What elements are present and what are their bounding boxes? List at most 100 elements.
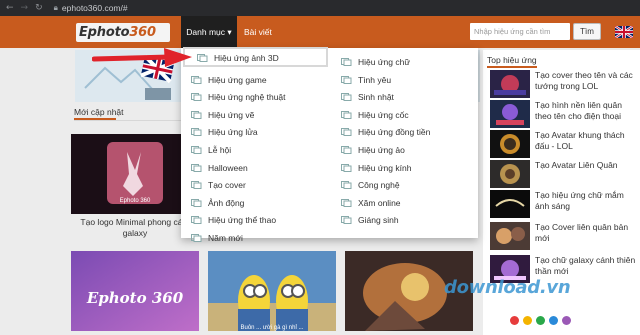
menu-danh-muc[interactable]: Danh mục ▾	[181, 16, 237, 48]
dropdown-item[interactable]: Công nghệ	[341, 178, 400, 192]
dropdown-item[interactable]: Hiệu ứng cốc	[341, 108, 409, 122]
dropdown-item[interactable]: Hiệu ứng đồng tiền	[341, 125, 430, 139]
dropdown-item[interactable]: Tạo cover	[191, 178, 246, 192]
sidebar-thumbnail[interactable]	[490, 70, 530, 98]
dropdown-item-label: Giáng sinh	[358, 215, 399, 226]
back-icon[interactable]: ←	[6, 0, 14, 16]
dropdown-item[interactable]: Giáng sinh	[341, 213, 399, 227]
dropdown-item[interactable]: Hiệu ứng vẽ	[191, 108, 254, 122]
menu-bai-viet[interactable]: Bài viết	[244, 16, 272, 48]
card-thumb-caption: Buôn ... ười gà gì nhỉ ...	[241, 324, 304, 331]
dropdown-item[interactable]: Ảnh động	[191, 196, 244, 210]
dropdown-item-label: Hiệu ứng lửa	[208, 127, 258, 138]
dropdown-item[interactable]: Hiệu ứng thể thao	[191, 213, 276, 227]
card-thumb-text: Ephoto 360	[86, 289, 184, 307]
photo-stack-icon	[191, 216, 202, 225]
photo-stack-icon	[197, 54, 208, 62]
dropdown-item-label: Halloween	[208, 162, 248, 173]
dropdown-item-label: Năm mới	[208, 233, 243, 243]
site-logo[interactable]: Ephoto360	[76, 23, 170, 42]
dropdown-item[interactable]: Tình yêu	[341, 73, 391, 87]
effect-card[interactable]: Buôn ... ười gà gì nhỉ ...	[208, 251, 336, 335]
address-bar[interactable]: ephoto360.com/#	[62, 3, 128, 13]
photo-stack-icon	[191, 163, 202, 172]
sidebar-item-label[interactable]: Tạo chữ galaxy cánh thiên thần mới	[535, 255, 640, 277]
browser-toolbar: ← → ↻ 🔒︎ ephoto360.com/#	[0, 0, 640, 16]
photo-stack-icon	[191, 181, 202, 190]
category-dropdown: Hiệu ứng game Hiệu ứng nghệ thuật Hiệu ứng…	[181, 48, 478, 243]
sidebar-item-label[interactable]: Tạo cover theo tên và các tướng trong LO…	[535, 70, 640, 92]
pointer-arrow-icon	[92, 48, 192, 67]
sidebar-item-label[interactable]: Tạo Cover liên quân bản mới	[535, 222, 640, 244]
search-button[interactable]: Tìm	[573, 23, 601, 40]
effect-card[interactable]: Ephoto 360	[71, 251, 199, 335]
sidebar-item[interactable]: Tạo Avatar khung thách đấu - LOL	[490, 130, 640, 160]
dropdown-item[interactable]: Hiệu ứng ảo	[341, 143, 405, 157]
sidebar-item-label[interactable]: Tạo hình nền liên quân theo tên cho điện…	[535, 100, 640, 122]
dropdown-item-label: Tình yêu	[358, 74, 392, 85]
photo-stack-icon	[191, 75, 202, 84]
forward-icon[interactable]: →	[21, 0, 29, 16]
sidebar-item[interactable]: Tạo Cover liên quân bản mới	[490, 222, 640, 252]
photo-stack-icon	[341, 181, 352, 190]
dropdown-item-label: Xăm online	[358, 197, 401, 208]
watermark-dot	[536, 316, 545, 325]
card-thumbnail[interactable]: Buôn ... ười gà gì nhỉ ...	[208, 251, 336, 331]
photo-stack-icon	[191, 128, 202, 137]
sidebar-item[interactable]: Tạo cover theo tên và các tướng trong LO…	[490, 70, 640, 100]
sidebar-item[interactable]: Tạo hình nền liên quân theo tên cho điện…	[490, 100, 640, 130]
dropdown-item-label: Hiệu ứng thể thao	[208, 215, 277, 226]
sidebar-item[interactable]: Tạo Avatar Liên Quân	[490, 160, 640, 190]
sidebar-item-label[interactable]: Tạo Avatar Liên Quân	[535, 160, 640, 171]
card-thumb-text: Ephoto 360	[120, 198, 151, 204]
reload-icon[interactable]: ↻	[35, 0, 43, 16]
watermark-dot	[510, 316, 519, 325]
dropdown-item-label: Hiệu ứng game	[208, 74, 267, 85]
dropdown-item-label: Hiệu ứng ảo	[358, 145, 405, 155]
sidebar-underline	[487, 66, 537, 68]
dropdown-item-label: Lễ hội	[208, 145, 232, 155]
dropdown-item[interactable]: Halloween	[191, 161, 248, 175]
photo-stack-icon	[341, 163, 352, 172]
card-thumbnail[interactable]: Ephoto 360	[71, 134, 199, 214]
sidebar-item[interactable]: Tạo hiệu ứng chữ mắm ánh sáng	[490, 190, 640, 220]
dropdown-item[interactable]: Hiệu ứng lửa	[191, 125, 258, 139]
sidebar-thumbnail[interactable]	[490, 190, 530, 218]
dropdown-item-label: Công nghệ	[358, 180, 400, 191]
dropdown-item[interactable]: Hiệu ứng game	[191, 73, 267, 87]
banner-edge	[478, 50, 480, 102]
dropdown-item[interactable]: Xăm online	[341, 196, 401, 210]
dropdown-item[interactable]: Hiệu ứng nghệ thuật	[191, 90, 286, 104]
uk-flag-icon[interactable]	[615, 26, 633, 38]
site-header: Ephoto360 Danh mục ▾ Bài viết Tìm	[0, 16, 640, 48]
watermark-dot	[549, 316, 558, 325]
sidebar-title: Top hiệu ứng	[487, 55, 537, 65]
dropdown-item[interactable]: Hiệu ứng chữ	[341, 55, 410, 69]
dropdown-item[interactable]: Hiệu ứng kính	[341, 161, 411, 175]
sidebar-thumbnail[interactable]	[490, 222, 530, 250]
card-caption[interactable]: Tạo logo Minimal phong cá... galaxy	[71, 217, 199, 239]
section-title: Mới cập nhật	[74, 107, 124, 117]
dropdown-item-label: Hiệu ứng chữ	[358, 57, 411, 67]
sidebar-thumbnail[interactable]	[490, 100, 530, 128]
highlighted-menu-item[interactable]: Hiệu ứng ảnh 3D	[183, 47, 328, 67]
card-thumbnail[interactable]: Ephoto 360	[71, 251, 199, 331]
dropdown-item-label: Sinh nhật	[358, 92, 394, 103]
sidebar-thumbnail[interactable]	[490, 160, 530, 188]
dropdown-item-label: Hiệu ứng kính	[358, 162, 412, 173]
photo-stack-icon	[191, 146, 202, 154]
dropdown-item-label: Hiệu ứng nghệ thuật	[208, 92, 286, 103]
watermark-dots	[510, 316, 571, 325]
effect-card[interactable]: Ephoto 360 Tạo logo Minimal phong cá... …	[71, 134, 199, 244]
sidebar-item-label[interactable]: Tạo Avatar khung thách đấu - LOL	[535, 130, 640, 152]
dropdown-item[interactable]: Sinh nhật	[341, 90, 394, 104]
dropdown-item[interactable]: Lễ hội	[191, 143, 231, 157]
dropdown-item-label: Hiệu ứng đồng tiền	[358, 127, 431, 138]
watermark-dot	[562, 316, 571, 325]
lock-icon: 🔒︎	[53, 3, 58, 12]
sidebar-thumbnail[interactable]	[490, 130, 530, 158]
sidebar-item-label[interactable]: Tạo hiệu ứng chữ mắm ánh sáng	[535, 190, 640, 212]
photo-stack-icon	[341, 146, 352, 154]
dropdown-item[interactable]: Năm mới	[191, 231, 243, 245]
search-input[interactable]	[470, 23, 570, 40]
